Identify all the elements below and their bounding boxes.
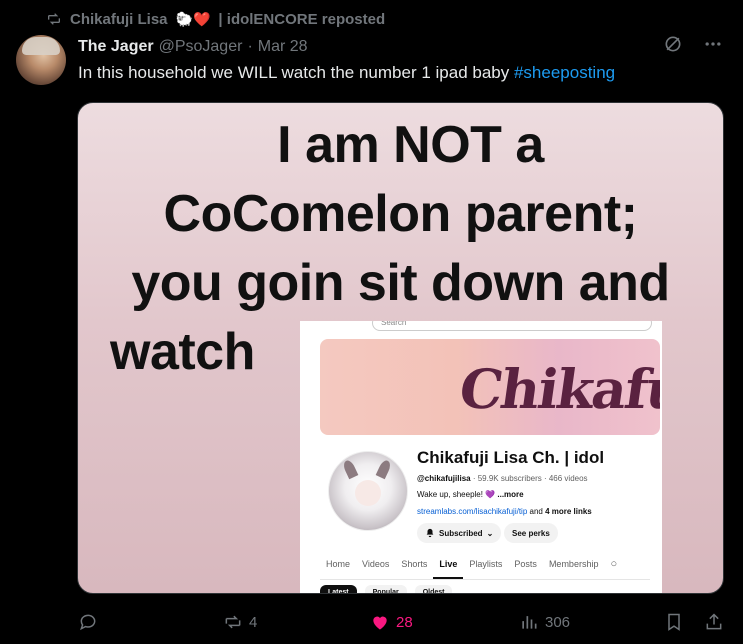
yt-desc-heart: 💜 xyxy=(485,490,496,499)
view-count: 306 xyxy=(545,613,571,631)
yt-banner-logo: Chikafuji xyxy=(455,357,660,421)
share-button[interactable] xyxy=(704,608,724,636)
meme-line-3: you goin sit down and xyxy=(131,254,670,312)
yt-channel-links: streamlabs.com/lisachikafuji/tip and 4 m… xyxy=(417,507,592,516)
yt-see-perks-button: See perks xyxy=(504,523,558,543)
grok-icon[interactable] xyxy=(663,34,683,54)
yt-subscribed-button: Subscribed ⌄ xyxy=(417,523,502,543)
yt-tab-videos: Videos xyxy=(362,559,390,569)
repost-count: 4 xyxy=(249,613,258,631)
yt-channel-tabs: Home Videos Shorts Live Playlists Posts … xyxy=(320,557,650,580)
yt-desc-more: ...more xyxy=(495,490,524,499)
like-count: 28 xyxy=(396,613,413,631)
hashtag-link[interactable]: #sheeposting xyxy=(514,63,615,82)
tweet-header: The Jager @PsoJager · Mar 28 xyxy=(78,36,723,58)
yt-chip-oldest: Oldest xyxy=(414,585,453,593)
header-icons xyxy=(663,34,723,54)
avatar-face xyxy=(355,480,381,506)
reply-button[interactable] xyxy=(78,608,104,636)
tweet-text: In this household we WILL watch the numb… xyxy=(78,63,615,83)
meme-line-1: I am NOT a xyxy=(277,116,544,174)
bell-icon xyxy=(426,528,434,538)
chevron-down-icon: ⌄ xyxy=(486,528,494,538)
yt-tab-playlists: Playlists xyxy=(469,559,503,569)
bookmark-icon xyxy=(668,613,680,631)
avatar-hair xyxy=(22,37,60,55)
yt-channel-handle: @chikafujilisa xyxy=(417,474,471,483)
reply-icon xyxy=(80,614,96,631)
tweet-media-image[interactable]: I am NOT a CoComelon parent; you goin si… xyxy=(77,102,724,594)
avatar-horn-left xyxy=(341,458,359,480)
author-display-name[interactable]: The Jager xyxy=(78,38,154,56)
yt-sort-chips: Latest Popular Oldest xyxy=(320,585,453,593)
yt-tab-home: Home xyxy=(326,559,351,569)
yt-tab-search-icon: ○ xyxy=(610,558,618,570)
yt-channel-meta: @chikafujilisa · 59.9K subscribers · 466… xyxy=(417,474,588,483)
share-icon xyxy=(706,613,722,630)
bookmark-button[interactable] xyxy=(664,608,684,636)
views-button[interactable]: 306 xyxy=(519,608,570,636)
yt-tab-live: Live xyxy=(433,557,464,579)
yt-tab-membership: Membership xyxy=(548,559,599,569)
analytics-icon xyxy=(522,616,537,629)
yt-channel-avatar xyxy=(328,451,408,531)
yt-chip-popular: Popular xyxy=(364,585,407,593)
reposter-name[interactable]: Chikafuji Lisa xyxy=(70,11,168,28)
yt-search-bar: Search xyxy=(372,321,652,331)
yt-link-and: and xyxy=(527,507,546,516)
yt-channel-title: Chikafuji Lisa Ch. | idol xyxy=(417,448,605,467)
author-handle[interactable]: @PsoJager xyxy=(159,38,243,56)
yt-tab-shorts: Shorts xyxy=(401,559,428,569)
repost-suffix: | idolENCORE reposted xyxy=(218,10,386,28)
yt-chip-latest: Latest xyxy=(320,585,357,593)
reposter-emojis: 🐑❤️ xyxy=(175,10,211,27)
tweet-date[interactable]: Mar 28 xyxy=(258,38,308,56)
yt-link-more: 4 more links xyxy=(545,507,592,516)
tweet-body: In this household we WILL watch the numb… xyxy=(78,63,514,82)
meme-line-2: CoComelon parent; xyxy=(163,185,638,243)
heart-icon xyxy=(373,616,387,630)
yt-subscribed-label: Subscribed xyxy=(439,528,483,538)
yt-channel-description: Wake up, sheeple! 💜 ...more xyxy=(417,490,524,499)
header-separator: · xyxy=(247,38,253,55)
author-avatar[interactable] xyxy=(16,35,66,85)
repost-icon xyxy=(225,615,241,629)
repost-button[interactable]: 4 xyxy=(223,608,257,636)
youtube-channel-screenshot: Search Chikafuji Chikafuji Lisa Ch. | id… xyxy=(300,321,662,593)
yt-desc-text: Wake up, sheeple! xyxy=(417,490,486,499)
avatar-horn-right xyxy=(375,458,393,480)
yt-link-url: streamlabs.com/lisachikafuji/tip xyxy=(417,507,528,516)
yt-channel-stats: · 59.9K subscribers · 466 videos xyxy=(470,474,588,483)
yt-tab-posts: Posts xyxy=(514,559,537,569)
repost-icon xyxy=(48,13,60,25)
yt-channel-banner: Chikafuji xyxy=(320,339,660,435)
tweet-actions: 4 28 306 xyxy=(78,608,727,636)
more-icon[interactable] xyxy=(703,34,723,54)
repost-banner: Chikafuji Lisa 🐑❤️ | idolENCORE reposted xyxy=(46,8,385,30)
like-button[interactable]: 28 xyxy=(370,608,413,636)
